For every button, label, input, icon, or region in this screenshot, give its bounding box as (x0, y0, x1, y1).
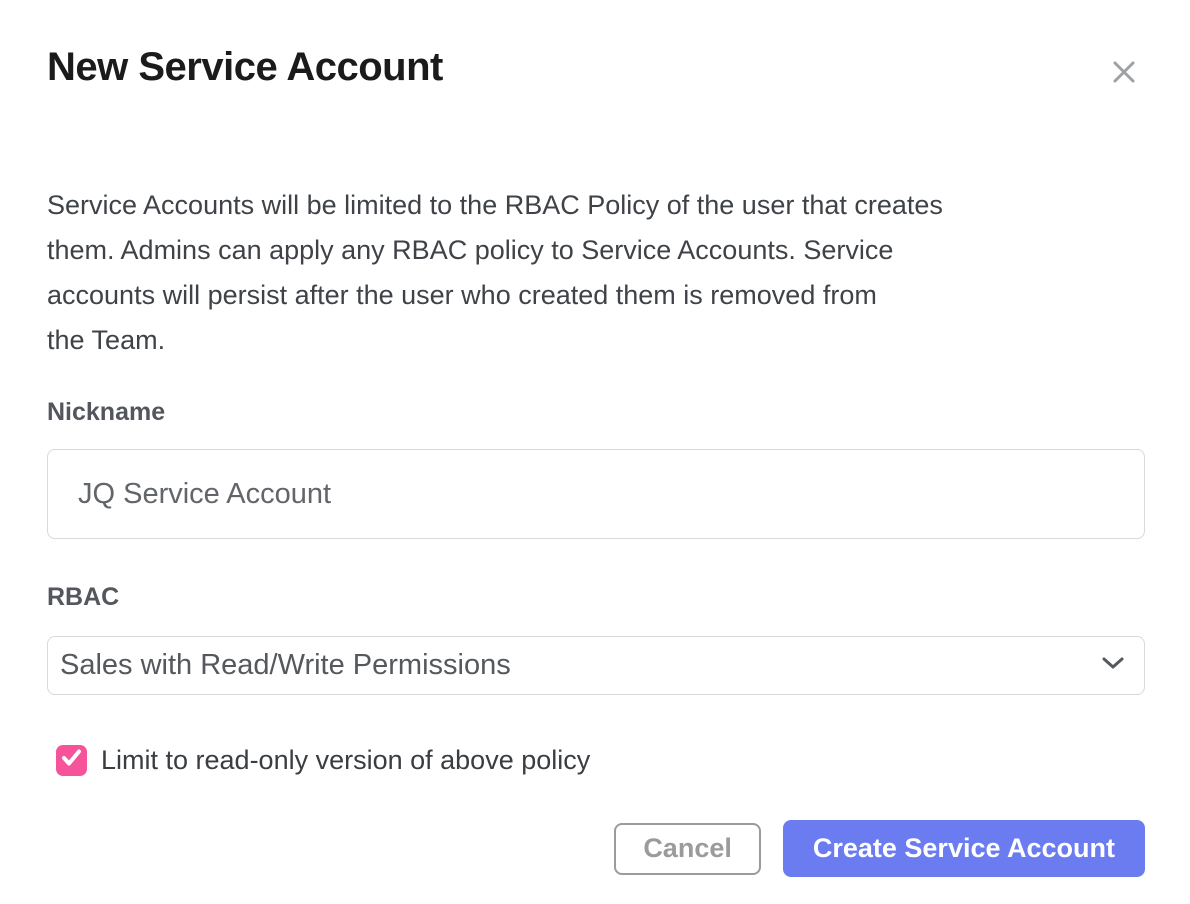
checkmark-icon (60, 746, 83, 774)
description-line: the Team. (47, 318, 1145, 363)
close-button[interactable] (1103, 51, 1145, 93)
description-line: Service Accounts will be limited to the … (47, 183, 1145, 228)
description-line: accounts will persist after the user who… (47, 273, 1145, 318)
modal-header: New Service Account (47, 45, 1145, 93)
rbac-label: RBAC (47, 584, 1145, 610)
nickname-label: Nickname (47, 399, 1145, 425)
readonly-checkbox-row: Limit to read-only version of above poli… (56, 743, 1145, 777)
cancel-button[interactable]: Cancel (614, 823, 761, 875)
rbac-selected-value: Sales with Read/Write Permissions (60, 649, 511, 682)
nickname-input[interactable] (47, 449, 1145, 539)
new-service-account-modal: New Service Account Service Accounts wil… (0, 0, 1190, 904)
create-service-account-button[interactable]: Create Service Account (783, 820, 1145, 877)
rbac-select[interactable]: Sales with Read/Write Permissions (47, 636, 1145, 695)
readonly-checkbox[interactable] (56, 745, 87, 776)
modal-footer: Cancel Create Service Account (47, 820, 1145, 877)
description-line: them. Admins can apply any RBAC policy t… (47, 228, 1145, 273)
modal-title: New Service Account (47, 45, 443, 89)
modal-description: Service Accounts will be limited to the … (47, 183, 1145, 363)
chevron-down-icon (1101, 656, 1125, 675)
close-icon (1107, 77, 1141, 92)
readonly-checkbox-label[interactable]: Limit to read-only version of above poli… (101, 745, 590, 776)
